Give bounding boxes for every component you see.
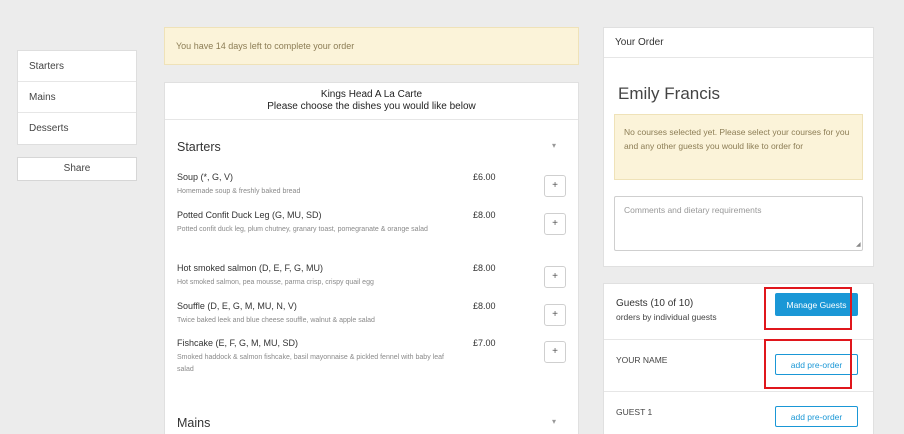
dish-item: Soup (*, G, V) Homemade soup & freshly b…	[177, 172, 572, 212]
chevron-down-icon[interactable]: ▾	[552, 417, 556, 426]
menu-header: Kings Head A La Carte Please choose the …	[165, 83, 578, 120]
dish-name: Fishcake (E, F, G, M, MU, SD)	[177, 338, 299, 348]
section-title-starters[interactable]: Starters	[177, 140, 221, 154]
dish-description: Twice baked leek and blue cheese souffle…	[177, 317, 375, 324]
sidebar-item-starters[interactable]: Starters	[18, 51, 136, 82]
highlight-box	[764, 339, 852, 389]
guests-subtitle: orders by individual guests	[616, 312, 717, 322]
order-heading: Your Order	[604, 28, 873, 58]
add-dish-button[interactable]: +	[544, 266, 566, 288]
share-button[interactable]: Share	[17, 157, 137, 181]
chevron-down-icon[interactable]: ▾	[552, 141, 556, 150]
menu-panel: Kings Head A La Carte Please choose the …	[164, 82, 579, 434]
comments-textarea[interactable]	[614, 196, 863, 251]
guest-row: GUEST 1 add pre-order	[604, 391, 873, 434]
dish-name: Soup (*, G, V)	[177, 172, 234, 182]
sidebar-item-desserts[interactable]: Desserts	[18, 113, 136, 144]
menu-subtitle: Please choose the dishes you would like …	[267, 101, 476, 112]
dish-description: Hot smoked salmon, pea mousse, parma cri…	[177, 279, 374, 286]
add-dish-button[interactable]: +	[544, 341, 566, 363]
dish-item: Potted Confit Duck Leg (G, MU, SD) Potte…	[177, 210, 572, 250]
dish-name: Souffle (D, E, G, M, MU, N, V)	[177, 301, 297, 311]
guest-label: YOUR NAME	[616, 355, 668, 365]
add-pre-order-button[interactable]: add pre-order	[775, 406, 858, 427]
dish-name: Hot smoked salmon (D, E, F, G, MU)	[177, 263, 324, 273]
no-courses-message: No courses selected yet. Please select y…	[614, 114, 863, 180]
dish-item: Souffle (D, E, G, M, MU, N, V) Twice bak…	[177, 301, 572, 341]
guests-title: Guests (10 of 10)	[616, 298, 694, 309]
highlight-box	[764, 287, 852, 330]
dish-price: £7.00	[473, 338, 496, 348]
section-title-mains[interactable]: Mains	[177, 416, 210, 430]
dish-name: Potted Confit Duck Leg (G, MU, SD)	[177, 210, 322, 220]
sidebar-nav: Starters Mains Desserts	[17, 50, 137, 145]
add-dish-button[interactable]: +	[544, 213, 566, 235]
dish-item: Fishcake (E, F, G, M, MU, SD) Smoked had…	[177, 338, 572, 378]
dish-price: £8.00	[473, 301, 496, 311]
dish-price: £8.00	[473, 263, 496, 273]
order-guest-name: Emily Francis	[618, 84, 721, 103]
dish-description: Smoked haddock & salmon fishcake, basil …	[177, 354, 444, 373]
dish-price: £8.00	[473, 210, 496, 220]
add-dish-button[interactable]: +	[544, 175, 566, 197]
resize-handle-icon[interactable]: ◢	[856, 241, 870, 264]
menu-title: Kings Head A La Carte	[320, 89, 423, 100]
guest-label: GUEST 1	[616, 407, 653, 417]
dish-description: Homemade soup & freshly baked bread	[177, 188, 301, 195]
add-dish-button[interactable]: +	[544, 304, 566, 326]
dish-price: £6.00	[473, 172, 496, 182]
dish-description: Potted confit duck leg, plum chutney, gr…	[177, 226, 428, 233]
days-left-notice: You have 14 days left to complete your o…	[164, 27, 579, 65]
order-panel: Your Order Emily Francis No courses sele…	[603, 27, 874, 267]
dish-item: Hot smoked salmon (D, E, F, G, MU) Hot s…	[177, 263, 572, 303]
sidebar-item-mains[interactable]: Mains	[18, 82, 136, 113]
